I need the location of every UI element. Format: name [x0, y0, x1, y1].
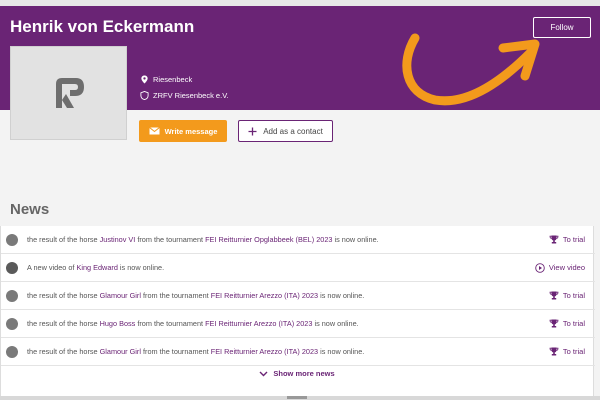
news-item: the result of the horse Hugo Boss from t…	[1, 310, 595, 338]
tournament-link[interactable]: FEI Reitturnier Arezzo (ITA) 2023	[211, 347, 318, 356]
envelope-icon	[148, 127, 160, 135]
news-item-text: the result of the horse Glamour Girl fro…	[27, 291, 365, 300]
write-message-button[interactable]: Write message	[139, 120, 227, 142]
trophy-icon	[549, 319, 559, 328]
club-link[interactable]: ZRFV Riesenbeck e.V.	[153, 91, 229, 100]
annotation-arrow-icon	[402, 33, 540, 106]
tournament-link[interactable]: FEI Reitturnier Arezzo (ITA) 2023	[205, 319, 312, 328]
scroll-handle[interactable]	[287, 396, 307, 399]
avatar-placeholder-logo-icon	[55, 78, 84, 108]
news-item-text: the result of the horse Justinov VI from…	[27, 235, 379, 244]
news-heading: News	[10, 201, 50, 218]
news-item-text: A new video of King Edward is now online…	[27, 263, 165, 272]
play-icon	[535, 262, 545, 273]
plus-icon	[248, 127, 257, 135]
chevron-down-icon	[259, 371, 268, 376]
profile-name: Henrik von Eckermann	[10, 17, 195, 36]
news-item: A new video of King Edward is now online…	[1, 254, 595, 282]
tournament-link[interactable]: FEI Reitturnier Opglabbeek (BEL) 2023	[205, 235, 332, 244]
result-icon	[6, 345, 18, 358]
video-icon	[6, 261, 18, 274]
news-item: the result of the horse Glamour Girl fro…	[1, 282, 595, 310]
news-item-text: the result of the horse Hugo Boss from t…	[27, 319, 359, 328]
view-video-link[interactable]: View video	[535, 262, 585, 273]
show-more-label: Show more news	[273, 369, 335, 378]
news-item: the result of the horse Justinov VI from…	[1, 226, 595, 254]
show-more-news-button[interactable]: Show more news	[0, 369, 594, 378]
horse-link[interactable]: King Edward	[77, 263, 118, 272]
avatar	[10, 46, 127, 140]
trophy-icon	[549, 235, 559, 244]
to-trial-link[interactable]: To trial	[549, 347, 585, 356]
to-trial-link[interactable]: To trial	[549, 319, 585, 328]
add-contact-label: Add as a contact	[263, 126, 323, 136]
result-icon	[6, 317, 18, 330]
location-row: Riesenbeck	[140, 75, 192, 84]
news-item: the result of the horse Glamour Girl fro…	[1, 338, 595, 366]
write-message-label: Write message	[164, 126, 218, 136]
horse-link[interactable]: Glamour Girl	[100, 347, 141, 356]
trophy-icon	[549, 347, 559, 356]
horse-link[interactable]: Glamour Girl	[100, 291, 141, 300]
horse-link[interactable]: Justinov VI	[100, 235, 136, 244]
to-trial-link[interactable]: To trial	[549, 291, 585, 300]
news-item-text: the result of the horse Glamour Girl fro…	[27, 347, 365, 356]
tournament-link[interactable]: FEI Reitturnier Arezzo (ITA) 2023	[211, 291, 318, 300]
result-icon	[6, 233, 18, 246]
to-trial-link[interactable]: To trial	[549, 235, 585, 244]
result-icon	[6, 289, 18, 302]
horse-link[interactable]: Hugo Boss	[100, 319, 136, 328]
club-row: ZRFV Riesenbeck e.V.	[140, 91, 229, 100]
shield-icon	[140, 91, 149, 100]
location-text: Riesenbeck	[153, 75, 193, 84]
trophy-icon	[549, 291, 559, 300]
location-pin-icon	[141, 75, 148, 84]
add-contact-button[interactable]: Add as a contact	[238, 120, 333, 142]
